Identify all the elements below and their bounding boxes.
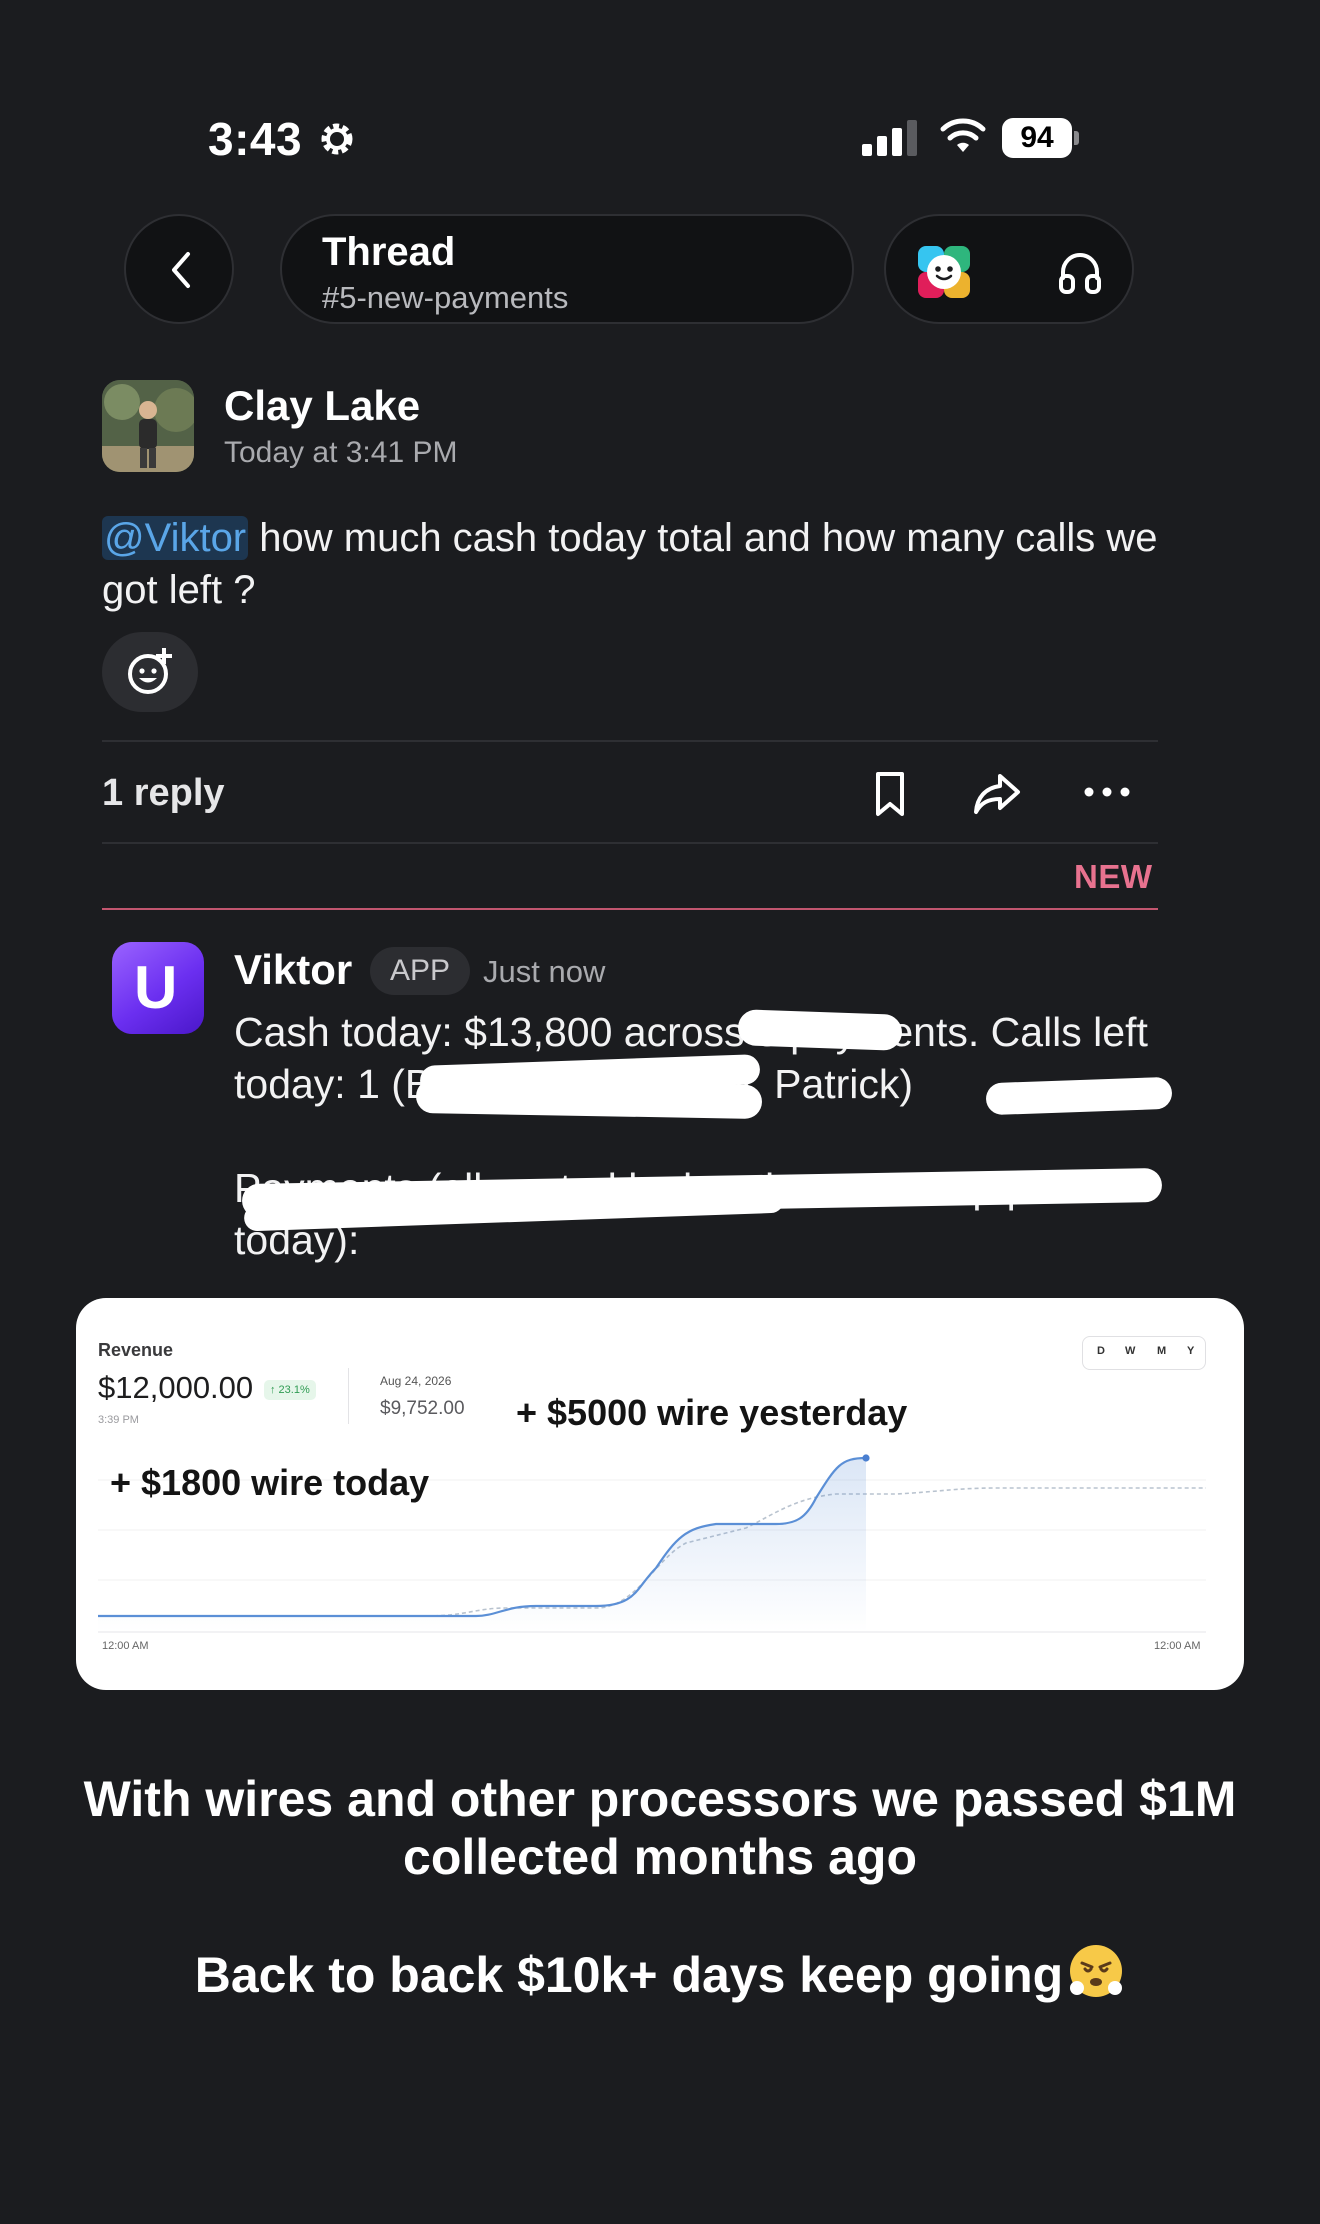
app-avatar[interactable]: U (112, 942, 204, 1034)
range-tabs: D W M Y (1082, 1336, 1206, 1370)
annotation-today: + $1800 wire today (110, 1462, 430, 1503)
more-icon[interactable] (1082, 780, 1132, 804)
header-actions (884, 214, 1134, 324)
new-messages-divider (102, 908, 1158, 910)
divider (348, 1368, 349, 1424)
range-tab-d[interactable]: D (1097, 1345, 1105, 1357)
add-emoji-icon (128, 648, 172, 694)
redaction-mark (985, 1076, 1173, 1116)
headphones-icon[interactable] (1056, 248, 1104, 296)
axis-end-label: 12:00 AM (1154, 1640, 1201, 1652)
battery-level: 94 (1002, 118, 1072, 158)
wifi-icon (940, 118, 986, 152)
slack-ai-icon[interactable] (916, 244, 972, 300)
caption-line-1: With wires and other processors we passe… (83, 1771, 1237, 1885)
reply-count[interactable]: 1 reply (102, 772, 225, 815)
user-mention[interactable]: @Viktor (102, 516, 249, 560)
redaction-mark (737, 1009, 903, 1051)
status-time: 3:43 (208, 113, 303, 165)
message-text: how much cash today total and how many c… (102, 516, 1158, 612)
caption-line-2: Back to back $10k+ days keep going (60, 1942, 1260, 2004)
compare-date-dropdown[interactable]: Aug 24, 2026 (380, 1374, 451, 1388)
message-author[interactable]: Viktor (234, 946, 352, 994)
thread-title-pill[interactable]: Thread #5-new-payments (280, 214, 854, 324)
axis-start-label: 12:00 AM (102, 1640, 149, 1652)
metric-value: $12,000.00 (98, 1370, 254, 1405)
metric-time: 3:39 PM (98, 1414, 139, 1426)
compare-value: $9,752.00 (380, 1398, 465, 1419)
divider (102, 740, 1158, 742)
huffing-face-emoji-icon (1070, 1945, 1123, 1997)
cellular-signal-icon (862, 120, 917, 156)
range-tab-w[interactable]: W (1125, 1345, 1135, 1357)
avatar[interactable] (102, 380, 194, 472)
annotation-yesterday: + $5000 wire yesterday (516, 1392, 908, 1433)
change-badge: ↑ 23.1% (264, 1380, 316, 1400)
current-point (862, 1454, 870, 1462)
share-icon[interactable] (972, 770, 1022, 818)
thread-title: Thread (322, 230, 456, 274)
message-author[interactable]: Clay Lake (224, 382, 420, 430)
bookmark-icon[interactable] (870, 770, 910, 818)
gear-icon (321, 123, 353, 155)
message-timestamp: Just now (483, 954, 606, 989)
divider (102, 842, 1158, 844)
revenue-card: Revenue $12,000.00 ↑ 23.1% 3:39 PM Aug 2… (76, 1298, 1244, 1690)
battery-indicator: 94 (1002, 118, 1079, 158)
story-screenshot: 3:43 94 Thread #5-new-payments Clay Lake… (0, 0, 1320, 2224)
channel-name: #5-new-payments (322, 280, 569, 315)
app-badge: APP (370, 947, 471, 995)
metric-label: Revenue (98, 1340, 174, 1360)
new-messages-label: NEW (1074, 858, 1153, 895)
caption-text: Back to back $10k+ days keep going (194, 1947, 1064, 2003)
back-button[interactable] (124, 214, 234, 324)
range-tab-y[interactable]: Y (1187, 1345, 1194, 1357)
chevron-left-icon (172, 252, 190, 288)
range-tab-m[interactable]: M (1157, 1345, 1166, 1357)
message-body: Cash today: $13,800 across 5 payments. C… (234, 1006, 1174, 1318)
add-reaction-button[interactable] (102, 632, 198, 712)
message-timestamp: Today at 3:41 PM (224, 436, 458, 469)
message-body: @Viktor how much cash today total and ho… (102, 512, 1162, 616)
